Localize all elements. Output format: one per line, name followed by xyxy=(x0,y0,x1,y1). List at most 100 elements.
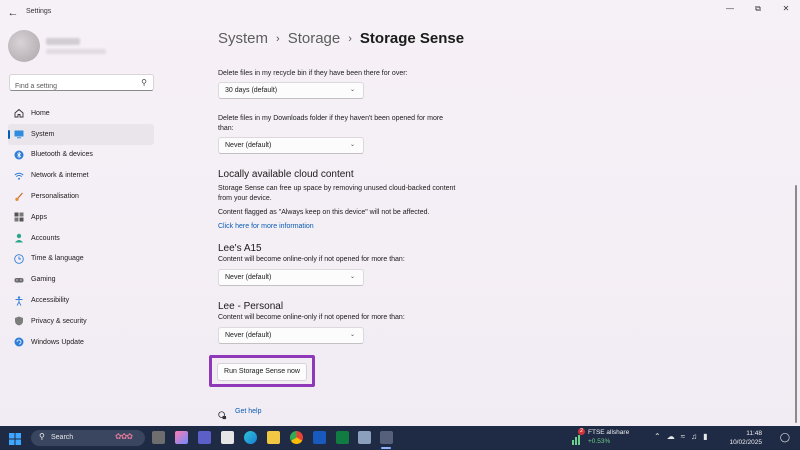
account-desc-2: Content will become online-only if not o… xyxy=(218,314,405,321)
avatar[interactable] xyxy=(8,30,40,62)
scrollbar[interactable] xyxy=(795,185,797,423)
cloud-icon[interactable]: ☁ xyxy=(667,432,675,441)
chevron-down-icon: ⌄ xyxy=(349,87,355,93)
system-icon xyxy=(14,129,24,139)
bluetooth-icon xyxy=(14,150,24,160)
downloads-label: Delete files in my Downloads folder if t… xyxy=(218,115,444,132)
word-icon[interactable] xyxy=(313,431,326,444)
close-icon[interactable]: ✕ xyxy=(772,0,800,18)
battery-icon[interactable]: ▮ xyxy=(703,432,707,441)
chrome-icon[interactable] xyxy=(290,431,303,444)
stock-name: FTSE allshare xyxy=(588,429,630,436)
get-help-link[interactable]: Get help xyxy=(235,408,261,415)
sidebar-item-bluetooth[interactable]: Bluetooth & devices xyxy=(8,145,154,166)
home-icon xyxy=(14,108,24,118)
sidebar-item-time-language[interactable]: Time & language xyxy=(8,249,154,270)
search-highlight-icon: ✿✿✿ xyxy=(115,432,133,441)
sidebar-item-label: Bluetooth & devices xyxy=(31,151,93,159)
breadcrumb: System › Storage › Storage Sense xyxy=(218,30,464,47)
search-icon: ⚲ xyxy=(39,432,45,441)
excel-icon[interactable] xyxy=(336,431,349,444)
sidebar-item-label: Gaming xyxy=(31,276,56,284)
speaker-icon[interactable]: ♫ xyxy=(691,432,697,441)
app-title: Settings xyxy=(26,8,52,15)
teams-icon[interactable] xyxy=(198,431,211,444)
sidebar-item-label: Personalisation xyxy=(31,193,79,201)
sidebar-item-label: Network & internet xyxy=(31,172,89,180)
page-title: Storage Sense xyxy=(359,30,465,47)
account-2-dropdown[interactable]: Never (default) ⌄ xyxy=(218,327,364,344)
downloads-dropdown[interactable]: Never (default) ⌄ xyxy=(218,137,364,154)
title-bar: ← Settings — ⧉ ✕ xyxy=(0,0,800,26)
sidebar-item-label: Privacy & security xyxy=(31,317,87,325)
settings-gear-icon[interactable] xyxy=(380,431,393,444)
accessibility-icon xyxy=(14,295,24,306)
window-controls: — ⧉ ✕ xyxy=(716,0,800,18)
sidebar-item-label: Accounts xyxy=(31,234,60,242)
globe-clock-icon xyxy=(14,254,24,264)
gamepad-icon xyxy=(14,275,24,285)
sidebar-item-apps[interactable]: Apps xyxy=(8,207,154,228)
account-name-2: Lee - Personal xyxy=(218,301,284,312)
sidebar-item-label: Windows Update xyxy=(31,338,84,346)
taskbar-search-label: Search xyxy=(51,434,74,441)
chevron-up-icon[interactable]: ⌃ xyxy=(654,432,661,441)
notification-bell-icon[interactable]: ◯ xyxy=(780,432,790,443)
brush-icon xyxy=(14,192,24,202)
calculator-icon[interactable] xyxy=(358,431,371,444)
app-icon[interactable] xyxy=(221,431,234,444)
task-view-icon[interactable] xyxy=(152,431,165,444)
sidebar-item-accounts[interactable]: Accounts xyxy=(8,228,154,249)
sidebar-item-label: System xyxy=(31,130,55,138)
wifi-icon xyxy=(14,171,24,181)
sidebar-item-personalisation[interactable]: Personalisation xyxy=(8,186,154,207)
windows-start-icon[interactable] xyxy=(9,432,21,445)
account-desc-1: Content will become online-only if not o… xyxy=(218,256,405,263)
sidebar-item-windows-update[interactable]: Windows Update xyxy=(8,332,154,353)
sidebar-item-accessibility[interactable]: Accessibility xyxy=(8,290,154,311)
help-icon xyxy=(218,407,227,420)
run-storage-sense-button[interactable]: Run Storage Sense now xyxy=(217,363,307,381)
account-1-dropdown[interactable]: Never (default) ⌄ xyxy=(218,269,364,286)
active-app-indicator xyxy=(381,447,391,449)
minimize-icon[interactable]: — xyxy=(716,0,744,18)
settings-search[interactable]: ⚲ xyxy=(9,74,154,94)
account-icon xyxy=(14,233,24,243)
sidebar-item-label: Apps xyxy=(31,213,47,221)
sidebar-item-gaming[interactable]: Gaming xyxy=(8,269,154,290)
file-explorer-icon[interactable] xyxy=(267,431,280,444)
settings-window: ← Settings — ⧉ ✕ ⚲ Home System xyxy=(0,0,800,426)
dropdown-value: Never (default) xyxy=(225,274,272,281)
taskbar-search[interactable]: ⚲ Search ✿✿✿ xyxy=(31,430,145,446)
wifi-icon[interactable]: ≈ xyxy=(681,432,685,441)
maximize-icon[interactable]: ⧉ xyxy=(744,0,772,18)
recycle-bin-label: Delete files in my recycle bin if they h… xyxy=(218,70,408,77)
edge-icon[interactable] xyxy=(244,431,257,444)
recycle-bin-dropdown[interactable]: 30 days (default) ⌄ xyxy=(218,82,364,99)
chart-up-icon xyxy=(572,435,580,445)
apps-icon xyxy=(14,212,24,222)
chevron-right-icon: › xyxy=(348,32,352,45)
copilot-icon[interactable] xyxy=(175,431,188,444)
sidebar-item-network[interactable]: Network & internet xyxy=(8,165,154,186)
search-input[interactable] xyxy=(10,79,130,94)
system-tray: ⌃ ☁ ≈ ♫ ▮ xyxy=(654,432,708,441)
dropdown-value: 30 days (default) xyxy=(225,87,278,94)
stock-change: +0.53% xyxy=(588,438,611,445)
back-arrow-icon[interactable]: ← xyxy=(6,6,20,20)
dropdown-value: Never (default) xyxy=(225,332,272,339)
taskbar: ⚲ Search ✿✿✿ 2 FTSE allshare +0.53% ⌃ ☁ … xyxy=(0,426,800,450)
search-icon[interactable]: ⚲ xyxy=(141,78,147,87)
shield-icon xyxy=(14,316,24,326)
sidebar-item-system[interactable]: System xyxy=(8,123,154,145)
sidebar-item-label: Home xyxy=(31,109,50,117)
breadcrumb-storage[interactable]: Storage xyxy=(288,30,341,47)
sidebar-item-home[interactable]: Home xyxy=(8,103,154,124)
breadcrumb-system[interactable]: System xyxy=(218,30,268,47)
clock[interactable]: 11:48 10/02/2025 xyxy=(729,429,762,447)
more-information-link[interactable]: Click here for more information xyxy=(218,223,314,230)
sidebar-item-privacy[interactable]: Privacy & security xyxy=(8,311,154,332)
sidebar-item-label: Time & language xyxy=(31,255,84,263)
sidebar-nav: Home System Bluetooth & devices Network … xyxy=(8,103,154,353)
chevron-down-icon: ⌄ xyxy=(349,142,355,148)
